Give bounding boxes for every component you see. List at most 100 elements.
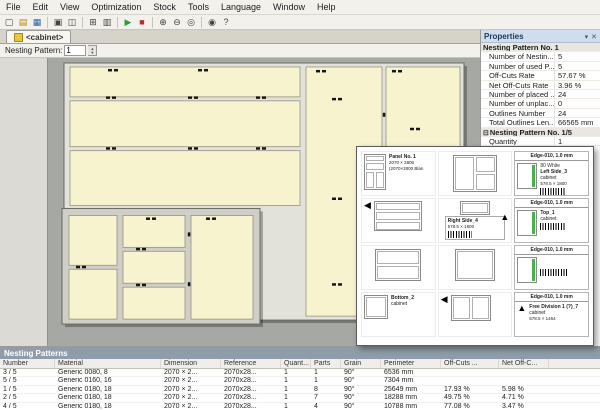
stop-icon[interactable]: ■ <box>136 16 149 29</box>
zoom-in-icon[interactable]: ⊕ <box>157 16 170 29</box>
toolbar-separator <box>47 17 48 28</box>
labels-icon[interactable]: ⊞ <box>87 16 100 29</box>
column-parts[interactable]: Parts <box>311 359 341 368</box>
column-offcuts[interactable]: Off-Cuts ... <box>441 359 499 368</box>
table-row[interactable]: 1 / 5 Generic 0180, 18 2070 × 2... 2070x… <box>0 386 600 394</box>
labels-preview-window[interactable]: Panel No. 1 2070 × 2800 (2070×2800 Blan … <box>356 146 594 346</box>
chevron-down-icon[interactable]: ▾ <box>585 34 589 41</box>
barcode <box>540 269 568 276</box>
menu-help[interactable]: Help <box>311 1 342 13</box>
menu-file[interactable]: File <box>0 1 27 13</box>
zoom-fit-icon[interactable]: ◎ <box>185 16 198 29</box>
menu-language[interactable]: Language <box>215 1 267 13</box>
edge-banding-indicator <box>532 165 535 187</box>
property-row[interactable]: ⊟Nesting Pattern No. 1 <box>481 43 600 52</box>
canvas-gutter <box>0 58 48 346</box>
new-icon[interactable]: ▢ <box>3 16 16 29</box>
spinner-buttons[interactable]: ▲▼ <box>88 45 97 56</box>
property-value: 1 <box>555 137 600 145</box>
nested-part[interactable] <box>123 287 185 319</box>
property-row[interactable]: ⊟Number of placed ... 24 <box>481 90 600 99</box>
table-row[interactable]: 5 / 5 Generic 0160, 16 2070 × 2... 2070x… <box>0 377 600 385</box>
property-value: 5 <box>555 52 600 60</box>
edge-banding-indicator <box>532 259 535 281</box>
column-number[interactable]: Number <box>0 359 55 368</box>
property-row[interactable]: ⊟Net Off-Cuts Rate 3.96 % <box>481 81 600 90</box>
save-icon[interactable]: ▦ <box>31 16 44 29</box>
menu-stock[interactable]: Stock <box>147 1 182 13</box>
property-row[interactable]: ⊟Number of Nestin... 5 <box>481 52 600 61</box>
toolbar-separator <box>82 17 83 28</box>
close-icon[interactable]: ✕ <box>591 34 597 41</box>
part-diagram <box>517 210 537 236</box>
property-row[interactable]: ⊟Number of unplac... 0 <box>481 99 600 108</box>
nested-part[interactable] <box>123 215 185 247</box>
property-row[interactable]: ⊟Quantity 1 <box>481 137 600 146</box>
properties-title: Properties <box>484 32 524 41</box>
nested-part[interactable] <box>70 151 300 206</box>
application-window: File Edit View Optimization Stock Tools … <box>0 0 600 410</box>
help-icon[interactable]: ? <box>220 16 233 29</box>
column-perimeter[interactable]: Perimeter <box>381 359 441 368</box>
nested-part[interactable] <box>123 251 185 283</box>
part-diagram <box>517 257 537 283</box>
nested-part[interactable] <box>69 215 117 265</box>
document-icon <box>14 33 23 42</box>
property-row[interactable]: ⊟Number of used P... 5 <box>481 62 600 71</box>
table-body: 3 / 5 Generic 0080, 8 2070 × 2... 2070x2… <box>0 369 600 410</box>
toolbar-separator <box>201 17 202 28</box>
run-optimization-icon[interactable]: ▶ <box>122 16 135 29</box>
menu-window[interactable]: Window <box>267 1 311 13</box>
table-row[interactable]: 4 / 5 Generic 0180, 18 2070 × 2... 2070x… <box>0 403 600 410</box>
spinner-down-icon[interactable]: ▼ <box>90 51 94 55</box>
property-value: 66565 mm <box>555 118 600 126</box>
nesting-pattern-input[interactable] <box>64 45 86 56</box>
menu-edit[interactable]: Edit <box>27 1 55 13</box>
nested-part[interactable] <box>70 67 300 97</box>
menu-bar: File Edit View Optimization Stock Tools … <box>0 0 600 15</box>
edge-banding-header: Edge-010, 1.0 mm <box>515 246 588 255</box>
barcode <box>540 188 566 195</box>
nested-part[interactable] <box>69 269 117 319</box>
table-row[interactable]: 2 / 5 Generic 0180, 18 2070 × 2... 2070x… <box>0 394 600 402</box>
document-tab-bar: <cabinet> <box>0 30 480 44</box>
collapse-icon[interactable]: ⊟ <box>483 130 489 136</box>
property-row[interactable]: ⊟Outlines Number 24 <box>481 109 600 118</box>
report-icon[interactable]: ▥ <box>101 16 114 29</box>
settings-icon[interactable]: ◉ <box>206 16 219 29</box>
column-grain[interactable]: Grain <box>341 359 381 368</box>
arrow-up-icon: ▲ <box>517 304 526 322</box>
label-cell-diagram <box>361 245 436 290</box>
property-label: Off-Cuts Rate <box>489 71 535 79</box>
table-row[interactable]: 3 / 5 Generic 0080, 8 2070 × 2... 2070x2… <box>0 369 600 377</box>
print-preview-icon[interactable]: ◫ <box>66 16 79 29</box>
label-card-top: Edge-010, 1.0 mm Top_1 cabinet <box>514 198 589 243</box>
property-value: 5 <box>555 62 600 70</box>
open-icon[interactable]: ▤ <box>17 16 30 29</box>
property-row[interactable]: ⊟Nesting Pattern No. 1/5 <box>481 128 600 137</box>
property-label: Number of Nestin... <box>489 52 554 60</box>
menu-view[interactable]: View <box>54 1 85 13</box>
column-material[interactable]: Material <box>55 359 161 368</box>
tab-cabinet[interactable]: <cabinet> <box>6 30 71 43</box>
column-net-offcuts[interactable]: Net Off-C... <box>499 359 549 368</box>
column-reference[interactable]: Reference <box>221 359 281 368</box>
pattern-toolbar: Nesting Pattern: ▲▼ <box>0 44 480 58</box>
menu-tools[interactable]: Tools <box>182 1 215 13</box>
column-quantity[interactable]: Quant... <box>281 359 311 368</box>
print-icon[interactable]: ▣ <box>52 16 65 29</box>
property-label: Number of placed ... <box>489 90 555 98</box>
panel-label-dims: 2070 × 2800 (2070×2800 Blan <box>389 160 433 172</box>
property-label: Net Off-Cuts Rate <box>489 81 548 89</box>
part-dims: 578.5 × 1800 <box>448 224 503 230</box>
property-label: Nesting Pattern No. 1 <box>483 43 559 51</box>
property-row[interactable]: ⊟Off-Cuts Rate 57.67 % <box>481 71 600 80</box>
property-label: Number of unplac... <box>489 99 554 107</box>
zoom-out-icon[interactable]: ⊖ <box>171 16 184 29</box>
property-row[interactable]: ⊟Total Outlines Len... 66565 mm <box>481 118 600 127</box>
nested-part[interactable] <box>191 215 253 319</box>
nested-part[interactable] <box>70 101 300 147</box>
menu-optimization[interactable]: Optimization <box>85 1 147 13</box>
column-dimension[interactable]: Dimension <box>161 359 221 368</box>
tab-label: <cabinet> <box>26 33 63 42</box>
